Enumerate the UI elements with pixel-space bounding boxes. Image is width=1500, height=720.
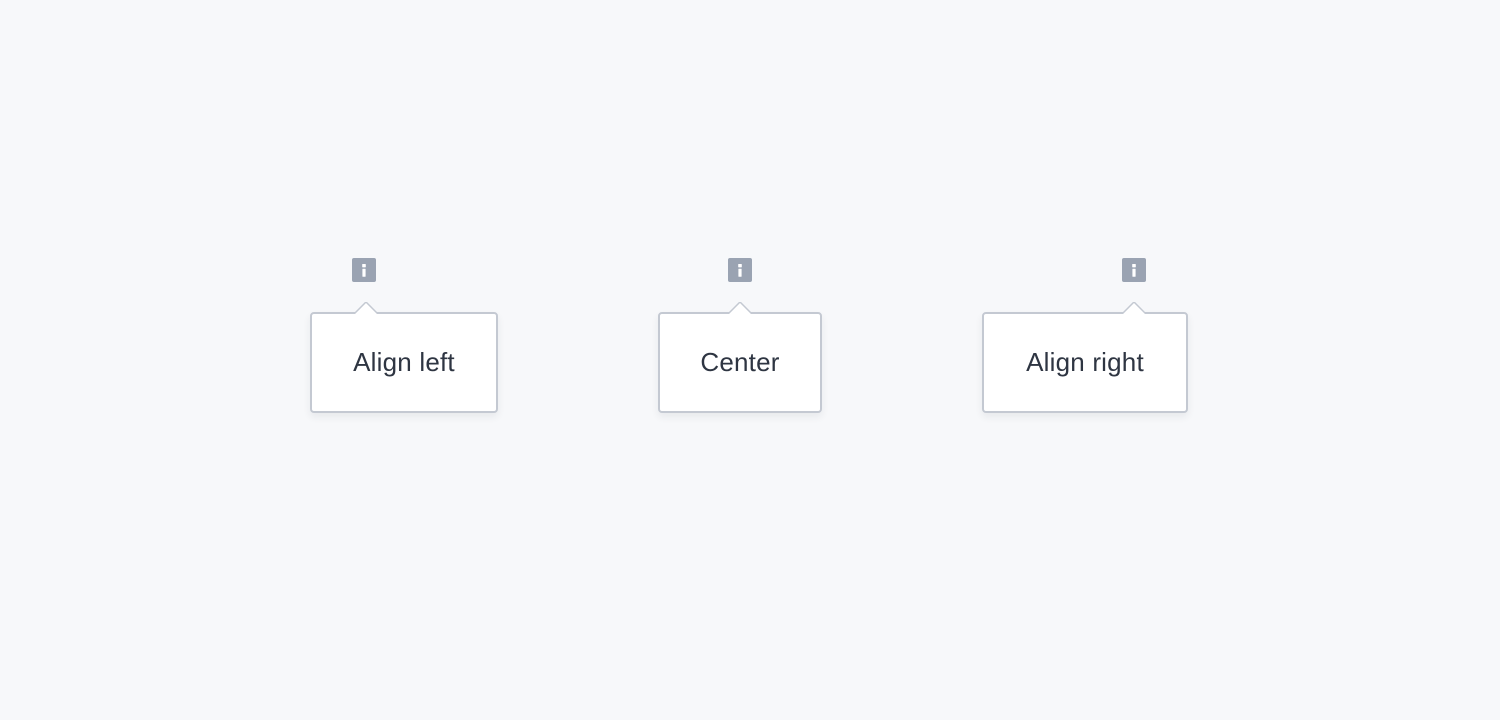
tooltip-label: Center [700, 347, 780, 377]
info-glyph [362, 264, 366, 277]
info-glyph [738, 264, 742, 277]
tooltip-align-right: Align right [982, 302, 1188, 413]
info-icon[interactable] [728, 258, 752, 282]
info-glyph [1132, 264, 1136, 277]
tooltip-label: Align left [353, 347, 455, 377]
tooltip-arrow [1122, 302, 1146, 314]
tooltip-arrow [354, 302, 378, 314]
tooltip-center: Center [658, 302, 822, 413]
info-icon[interactable] [1122, 258, 1146, 282]
tooltip-arrow [728, 302, 752, 314]
tooltip-label: Align right [1026, 347, 1144, 377]
info-icon[interactable] [352, 258, 376, 282]
tooltip-align-left: Align left [310, 302, 498, 413]
